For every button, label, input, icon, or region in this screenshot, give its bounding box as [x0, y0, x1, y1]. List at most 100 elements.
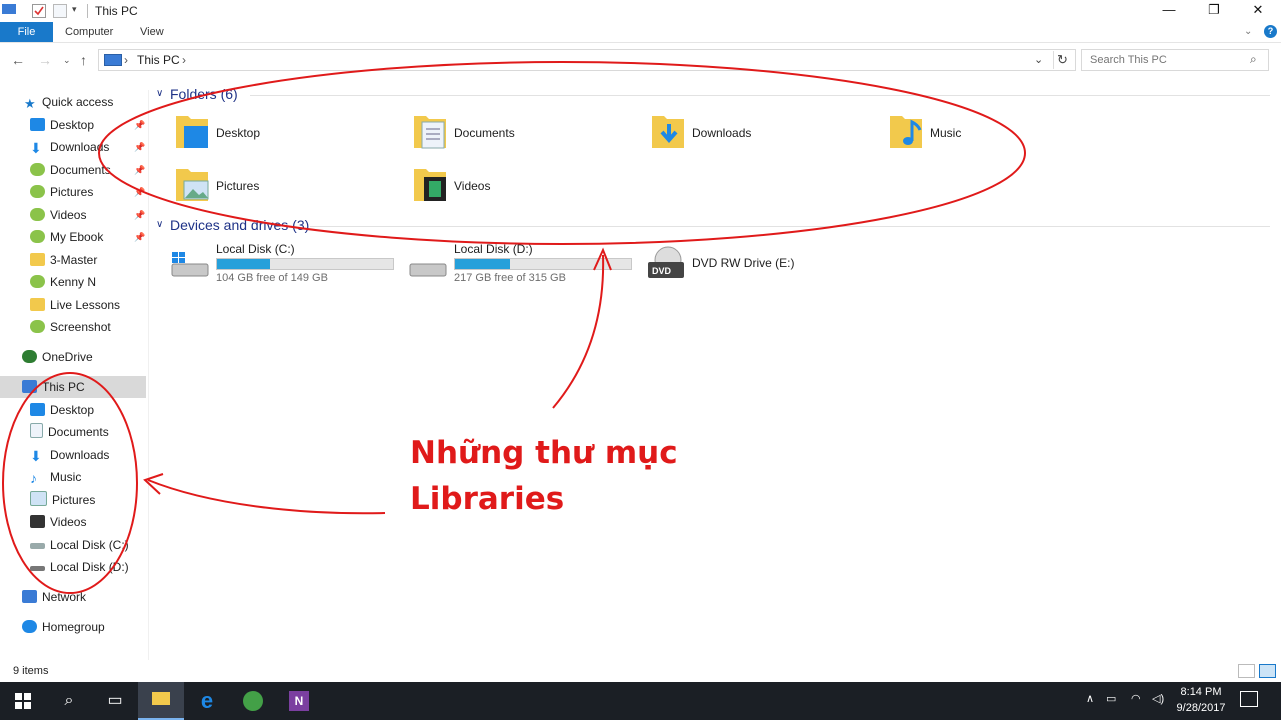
search-icon[interactable]: ⌕: [46, 682, 92, 720]
nav-item-live-lessons[interactable]: Live Lessons: [30, 294, 120, 316]
drive-local-disk-c[interactable]: Local Disk (C:) 104 GB free of 149 GB: [170, 242, 400, 288]
nav-item-screenshot[interactable]: Screenshot: [30, 316, 111, 338]
nav-homegroup[interactable]: Homegroup: [22, 616, 105, 638]
folder-documents[interactable]: Documents: [412, 112, 642, 156]
windows-drive-icon: [171, 252, 209, 277]
drive-dvd-rw[interactable]: DVD DVD RW Drive (E:): [646, 242, 876, 288]
download-arrow-icon: ⬇: [30, 140, 42, 156]
nav-quick-access[interactable]: ★ Quick access: [24, 91, 113, 113]
folder-label: Documents: [454, 126, 515, 140]
app-icon[interactable]: [230, 682, 276, 720]
breadcrumb-chevron-icon[interactable]: ›: [182, 53, 186, 67]
nav-pc-documents[interactable]: Documents: [30, 421, 109, 443]
forward-arrow-icon[interactable]: →: [38, 52, 52, 68]
nav-item-my-ebook[interactable]: My Ebook: [30, 226, 103, 248]
search-input[interactable]: [1088, 53, 1242, 67]
customize-quick-access-icon[interactable]: ▾: [72, 4, 84, 16]
nav-item-3-master[interactable]: 3-Master: [30, 249, 97, 271]
folder-downloads[interactable]: Downloads: [650, 112, 880, 156]
breadcrumb-this-pc[interactable]: This PC: [137, 53, 180, 67]
folder-icon: [30, 275, 45, 288]
nav-pc-music[interactable]: ♪ Music: [30, 466, 81, 488]
nav-item-desktop[interactable]: Desktop: [30, 114, 94, 136]
collapse-chevron-icon[interactable]: ∨: [156, 219, 163, 230]
desktop-icon: [30, 118, 45, 131]
folder-label: Videos: [454, 179, 491, 193]
recent-locations-icon[interactable]: ⌄: [63, 55, 71, 66]
folder-pictures[interactable]: Pictures: [174, 165, 404, 209]
close-button[interactable]: ✕: [1235, 0, 1281, 22]
pin-icon[interactable]: 📌: [134, 210, 145, 221]
pin-icon[interactable]: 📌: [134, 232, 145, 243]
divider: [87, 4, 88, 18]
wifi-icon[interactable]: ◠: [1131, 692, 1141, 705]
expand-ribbon-icon[interactable]: ⌄: [1244, 22, 1252, 42]
drive-local-disk-d[interactable]: Local Disk (D:) 217 GB free of 315 GB: [408, 242, 638, 288]
nav-pc-pictures[interactable]: Pictures: [30, 489, 95, 511]
up-arrow-icon[interactable]: ↑: [80, 52, 87, 68]
onedrive-icon: [22, 350, 37, 363]
pin-icon[interactable]: 📌: [134, 187, 145, 198]
tab-computer[interactable]: Computer: [65, 22, 113, 42]
nav-item-pictures[interactable]: Pictures: [30, 181, 93, 203]
pin-icon[interactable]: 📌: [134, 142, 145, 153]
refresh-icon[interactable]: ↻: [1057, 52, 1068, 68]
address-dropdown-icon[interactable]: ⌄: [1034, 53, 1043, 66]
show-hidden-icons-icon[interactable]: ∧: [1086, 692, 1094, 705]
nav-item-videos[interactable]: Videos: [30, 204, 86, 226]
tab-view[interactable]: View: [140, 22, 164, 42]
nav-item-kenny-n[interactable]: Kenny N: [30, 271, 96, 293]
onenote-icon[interactable]: N: [276, 682, 322, 720]
minimize-button[interactable]: —: [1146, 0, 1192, 22]
address-bar[interactable]: › This PC › ⌄ ↻: [98, 49, 1076, 71]
nav-network[interactable]: Network: [22, 586, 86, 608]
dvd-drive-icon: DVD: [648, 246, 684, 278]
nav-onedrive[interactable]: OneDrive: [22, 346, 93, 368]
new-folder-icon[interactable]: [53, 4, 67, 18]
edge-icon[interactable]: e: [184, 682, 230, 720]
pin-icon[interactable]: 📌: [134, 120, 145, 131]
battery-icon[interactable]: ▭: [1106, 692, 1116, 705]
nav-local-disk-c[interactable]: Local Disk (C:): [30, 534, 129, 556]
nav-item-downloads[interactable]: ⬇ Downloads: [30, 136, 109, 158]
drives-group-header[interactable]: Devices and drives (3): [170, 217, 309, 233]
pin-icon[interactable]: 📌: [134, 165, 145, 176]
drive-free-space: 217 GB free of 315 GB: [454, 272, 566, 284]
desktop-icon: [30, 403, 45, 416]
drive-usage-fill: [217, 259, 270, 269]
collapse-chevron-icon[interactable]: ∨: [156, 88, 163, 99]
music-note-icon: ♪: [30, 470, 37, 486]
properties-icon[interactable]: [32, 4, 46, 18]
folders-group-header[interactable]: Folders (6): [170, 86, 238, 102]
volume-icon[interactable]: ◁): [1152, 692, 1164, 705]
nav-this-pc[interactable]: This PC: [22, 376, 85, 398]
pictures-folder-icon: [176, 169, 209, 201]
task-view-icon[interactable]: ▭: [92, 682, 138, 720]
file-explorer-icon[interactable]: [138, 682, 184, 720]
drive-icon: [409, 263, 447, 277]
item-count: 9 items: [13, 665, 49, 677]
folder-videos[interactable]: Videos: [412, 165, 642, 209]
folder-desktop[interactable]: Desktop: [174, 112, 404, 156]
maximize-button[interactable]: ❐: [1191, 0, 1237, 22]
clock-time[interactable]: 8:14 PM: [1176, 686, 1226, 698]
nav-item-documents[interactable]: Documents: [30, 159, 111, 181]
status-bar: 9 items: [0, 660, 1281, 682]
tab-file[interactable]: File: [0, 22, 53, 42]
pictures-icon: [30, 185, 45, 198]
start-button[interactable]: [0, 682, 46, 720]
details-view-icon[interactable]: [1238, 664, 1255, 678]
clock-date[interactable]: 9/28/2017: [1174, 702, 1228, 714]
large-icons-view-icon[interactable]: [1259, 664, 1276, 678]
nav-pc-downloads[interactable]: ⬇ Downloads: [30, 444, 109, 466]
nav-pc-videos[interactable]: Videos: [30, 511, 86, 533]
search-box[interactable]: ⌕: [1081, 49, 1269, 71]
back-arrow-icon[interactable]: ←: [11, 52, 25, 68]
folder-icon: [30, 320, 45, 333]
search-icon[interactable]: ⌕: [1250, 52, 1257, 67]
nav-pc-desktop[interactable]: Desktop: [30, 399, 94, 421]
nav-local-disk-d[interactable]: Local Disk (D:): [30, 556, 129, 578]
action-center-icon[interactable]: [1240, 691, 1258, 707]
help-icon[interactable]: ?: [1264, 25, 1277, 38]
folder-music[interactable]: Music: [888, 112, 1118, 156]
